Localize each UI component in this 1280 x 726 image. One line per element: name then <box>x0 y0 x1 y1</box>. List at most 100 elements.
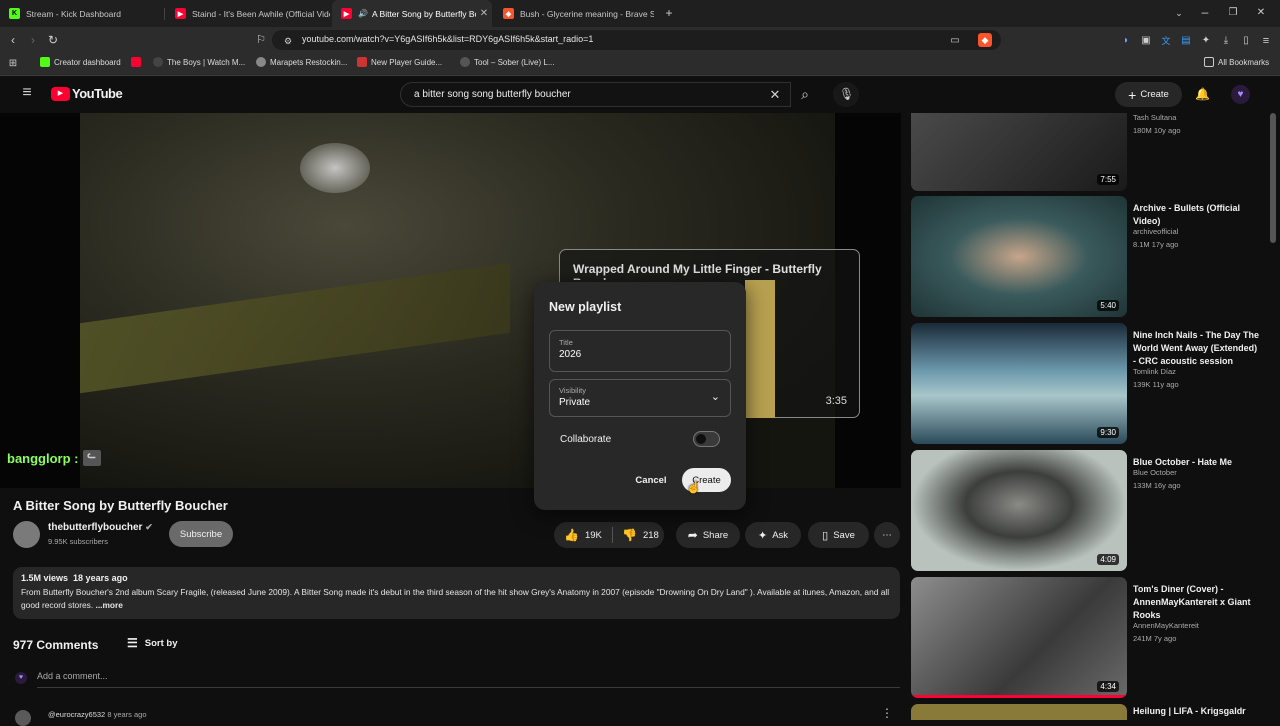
bookmark-youtube[interactable] <box>131 57 145 67</box>
visibility-select[interactable]: Visibility Private ⌄ <box>549 379 731 417</box>
recommended-video[interactable]: 4:34 Tom's Diner (Cover) - AnnenMayKante… <box>911 577 1271 698</box>
create-button[interactable]: + Create <box>1115 82 1182 107</box>
back-icon[interactable]: ‹ <box>6 33 20 47</box>
toggle-knob <box>696 434 706 444</box>
kick-icon <box>40 57 50 67</box>
avatar[interactable]: ♥ <box>1231 85 1250 104</box>
tab-staind[interactable]: ▶ Staind - It's Been Awhile (Official Vi… <box>166 0 330 27</box>
m-icon <box>357 57 367 67</box>
recommended-video[interactable]: Heilung | LIFA - Krigsgaldr <box>911 704 1271 720</box>
maximize-icon[interactable]: ❐ <box>1226 6 1240 20</box>
tab-search-icon[interactable]: ⌄ <box>1172 6 1186 20</box>
sidebar-toggle-icon[interactable]: ▯ <box>1240 34 1252 48</box>
dislike-button[interactable]: 👎 218 <box>622 528 659 542</box>
hamburger-menu-icon[interactable]: ≡ <box>19 85 35 101</box>
playlist-title-field[interactable]: Title 2026 <box>549 330 731 372</box>
minimize-icon[interactable]: – <box>1198 5 1212 19</box>
channel-name[interactable]: thebutterflyboucher ✔ <box>48 522 153 533</box>
menu-icon[interactable]: ≡ <box>1260 34 1272 48</box>
thumbs-up-icon: 👍 <box>564 528 579 542</box>
cancel-button[interactable]: Cancel <box>632 468 670 492</box>
comment-menu-icon[interactable]: ⋮ <box>880 706 894 720</box>
downloads-icon[interactable]: ⤓ <box>1220 34 1232 48</box>
share-button[interactable]: ➦ Share <box>676 522 740 548</box>
audio-playing-icon[interactable]: 🔊 <box>358 9 368 18</box>
close-tab-icon[interactable]: ✕ <box>476 8 492 19</box>
save-button[interactable]: ▯ Save <box>808 522 869 548</box>
video-thumbnail[interactable] <box>911 704 1127 720</box>
endscreen-duration: 3:35 <box>825 395 847 407</box>
tab-active-bitter-song[interactable]: ▶ 🔊 A Bitter Song by Butterfly Bou ✕ <box>332 0 492 27</box>
video-title[interactable]: Nine Inch Nails - The Day The World Went… <box>1133 329 1261 368</box>
video-meta: 8.1M 17y ago <box>1133 240 1179 249</box>
cast-icon[interactable]: ▭ <box>948 34 962 48</box>
site-info-icon[interactable]: ⚙ <box>282 34 294 48</box>
bookmark-the-boys[interactable]: The Boys | Watch M... <box>153 57 245 67</box>
video-title[interactable]: Tom's Diner (Cover) - AnnenMayKantereit … <box>1133 583 1261 622</box>
video-meta: 180M 10y ago <box>1133 126 1181 135</box>
channel-name[interactable]: Tomlink Díaz <box>1133 367 1176 376</box>
more-actions-button[interactable]: ⋯ <box>874 522 900 548</box>
bookmark-tool-sober[interactable]: Tool – Sober (Live) L... <box>460 57 554 67</box>
bookmark-marapets[interactable]: Marapets Restockin... <box>256 57 347 67</box>
video-thumbnail[interactable]: 4:34 <box>911 577 1127 698</box>
recommended-video[interactable]: 7:55 Tash Sultana 180M 10y ago <box>911 113 1271 191</box>
collaborate-toggle[interactable] <box>693 431 720 447</box>
brave-shields-icon[interactable]: ◆ <box>978 33 992 47</box>
notifications-bell-icon[interactable]: 🔔 <box>1195 87 1210 101</box>
tab-kick[interactable]: K Stream - Kick Dashboard <box>0 0 160 27</box>
scrollbar-thumb[interactable] <box>1270 113 1276 243</box>
translate-icon[interactable]: 文 <box>1160 34 1172 48</box>
video-thumbnail[interactable]: 5:40 <box>911 196 1127 317</box>
extension-icon[interactable]: ▣ <box>1140 34 1152 48</box>
extensions-puzzle-icon[interactable]: ✦ <box>1200 34 1212 48</box>
description-box[interactable]: 1.5M views 18 years ago From Butterfly B… <box>13 567 900 619</box>
subscribe-button[interactable]: Subscribe <box>169 521 233 547</box>
voice-search-button[interactable]: 🎙 <box>833 82 859 107</box>
channel-name[interactable]: Tash Sultana <box>1133 113 1176 122</box>
youtube-logo-icon: ▶ <box>51 86 70 101</box>
recommended-video[interactable]: 9:30 Nine Inch Nails - The Day The World… <box>911 323 1271 444</box>
youtube-logo[interactable]: ▶ YouTube <box>51 86 123 101</box>
search-input[interactable]: a bitter song song butterfly boucher <box>400 82 791 107</box>
collaborate-label: Collaborate <box>560 434 612 445</box>
reload-icon[interactable]: ↻ <box>46 33 60 47</box>
new-tab-icon[interactable]: + <box>662 6 676 20</box>
recommended-video[interactable]: 4:09 Blue October - Hate Me Blue October… <box>911 450 1271 571</box>
globe-icon <box>153 57 163 67</box>
search-icon[interactable]: ⌕ <box>797 87 813 101</box>
all-bookmarks[interactable]: All Bookmarks <box>1204 57 1269 67</box>
comment-author[interactable]: @eurocrazy6532 8 years ago <box>48 710 147 719</box>
url-text[interactable]: youtube.com/watch?v=Y6gASIf6h5k&list=RDY… <box>302 34 593 44</box>
channel-name[interactable]: Blue October <box>1133 468 1177 477</box>
thumbs-down-icon: 👎 <box>622 528 637 542</box>
video-title[interactable]: Heilung | LIFA - Krigsgaldr <box>1133 705 1261 718</box>
channel-name[interactable]: archiveofficial <box>1133 227 1178 236</box>
picture-in-picture-icon[interactable]: ▤ <box>1180 34 1192 48</box>
channel-name[interactable]: AnnenMayKantereit <box>1133 621 1199 630</box>
sort-by-button[interactable]: ☰ Sort by <box>127 636 178 650</box>
forward-icon[interactable]: › <box>26 33 40 47</box>
recommended-video[interactable]: 5:40 Archive - Bullets (Official Video) … <box>911 196 1271 317</box>
video-thumbnail[interactable]: 4:09 <box>911 450 1127 571</box>
video-title[interactable]: Archive - Bullets (Official Video) <box>1133 202 1261 228</box>
apps-grid-icon[interactable]: ⊞ <box>6 57 20 71</box>
channel-avatar[interactable] <box>13 521 40 548</box>
tab-title: Stream - Kick Dashboard <box>26 8 121 19</box>
video-thumbnail[interactable]: 7:55 <box>911 113 1127 191</box>
clear-search-icon[interactable]: ✕ <box>768 88 782 102</box>
ask-button[interactable]: ✦ Ask <box>745 522 801 548</box>
close-window-icon[interactable]: ✕ <box>1254 6 1268 20</box>
bookmark-icon[interactable]: ⚐ <box>254 33 268 47</box>
commenter-avatar[interactable] <box>15 710 31 726</box>
bookmark-creator-dashboard[interactable]: Creator dashboard <box>40 57 121 67</box>
video-thumbnail[interactable]: 9:30 <box>911 323 1127 444</box>
bookmark-new-player-guide[interactable]: New Player Guide... <box>357 57 442 67</box>
audio-icon[interactable]: ◗ <box>1120 34 1132 48</box>
tab-bush[interactable]: ◆ Bush - Glycerine meaning - Brave Sea <box>494 0 654 27</box>
show-more-link[interactable]: ...more <box>96 600 123 610</box>
add-comment-input[interactable]: Add a comment... <box>37 671 108 681</box>
marapets-icon <box>256 57 266 67</box>
video-meta: 241M 7y ago <box>1133 634 1177 643</box>
like-button[interactable]: 👍 19K <box>564 528 602 542</box>
